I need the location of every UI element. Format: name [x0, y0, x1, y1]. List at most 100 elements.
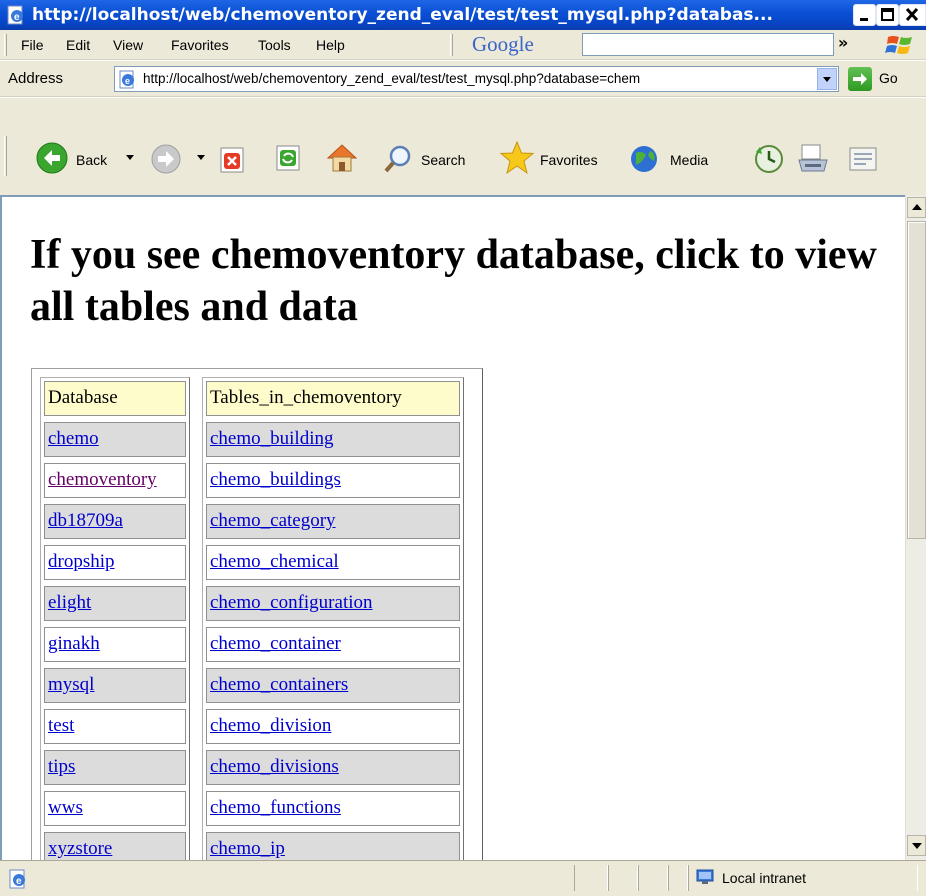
database-link[interactable]: dropship: [48, 551, 115, 572]
table-row: chemo_container: [206, 627, 460, 662]
edit-document-icon[interactable]: [846, 144, 880, 174]
table-row: dropship: [44, 545, 186, 580]
status-panel: [608, 865, 638, 891]
table-row: ginakh: [44, 627, 186, 662]
home-icon[interactable]: [324, 141, 360, 175]
ie-page-icon: e: [7, 5, 23, 25]
table-link[interactable]: chemo_divisions: [210, 756, 339, 777]
mail-print-icon[interactable]: [796, 140, 832, 176]
ie-page-icon: e: [9, 869, 25, 889]
table-link[interactable]: chemo_chemical: [210, 551, 339, 572]
table-link[interactable]: chemo_container: [210, 633, 341, 654]
table-row: chemo_functions: [206, 791, 460, 826]
arrow-up-icon: [912, 204, 922, 210]
menu-file[interactable]: File: [21, 37, 44, 53]
google-logo-text: Google: [472, 32, 534, 56]
menu-favorites[interactable]: Favorites: [171, 37, 229, 53]
forward-arrow-icon[interactable]: [150, 143, 182, 175]
scroll-up-button[interactable]: [907, 197, 926, 218]
database-link[interactable]: tips: [48, 756, 75, 777]
table-link[interactable]: chemo_building: [210, 428, 333, 449]
favorites-label[interactable]: Favorites: [540, 152, 598, 168]
tables-column: Tables_in_chemoventory chemo_building ch…: [202, 377, 464, 860]
table-link[interactable]: chemo_buildings: [210, 469, 341, 490]
database-link[interactable]: mysql: [48, 674, 94, 695]
window-title: http://localhost/web/chemoventory_zend_e…: [32, 5, 773, 25]
table-row: test: [44, 709, 186, 744]
scroll-thumb[interactable]: [907, 221, 926, 539]
google-search-input[interactable]: [582, 33, 834, 56]
menu-help[interactable]: Help: [316, 37, 345, 53]
toolbar-grip[interactable]: [4, 34, 7, 56]
search-label[interactable]: Search: [421, 152, 465, 168]
forward-dropdown-icon[interactable]: [197, 155, 205, 160]
toolbar-grip[interactable]: [4, 136, 7, 176]
search-icon[interactable]: [382, 143, 414, 175]
table-row: chemo_ip: [206, 832, 460, 860]
maximize-icon: [881, 8, 894, 21]
table-row: mysql: [44, 668, 186, 703]
back-arrow-icon[interactable]: [35, 141, 69, 175]
back-dropdown-icon[interactable]: [126, 155, 134, 160]
database-link[interactable]: wws: [48, 797, 83, 818]
database-link[interactable]: xyzstore: [48, 838, 112, 859]
database-link[interactable]: ginakh: [48, 633, 100, 654]
maximize-button[interactable]: [876, 4, 899, 26]
minimize-button[interactable]: [853, 4, 876, 26]
page-viewport[interactable]: If you see chemoventory database, click …: [0, 195, 905, 860]
table-row: chemo_chemical: [206, 545, 460, 580]
table-link[interactable]: chemo_configuration: [210, 592, 373, 613]
standard-toolbar: Back Search Favorites Media: [0, 97, 926, 195]
status-panel: [668, 865, 688, 891]
database-link[interactable]: elight: [48, 592, 91, 613]
back-label[interactable]: Back: [76, 152, 107, 168]
zone-label: Local intranet: [722, 870, 807, 886]
go-label[interactable]: Go: [879, 70, 898, 86]
svg-text:e: e: [125, 76, 130, 86]
table-link[interactable]: chemo_ip: [210, 838, 285, 859]
go-button[interactable]: [848, 67, 872, 91]
table-link[interactable]: chemo_functions: [210, 797, 341, 818]
arrow-down-icon: [912, 843, 922, 849]
toolbar-grip[interactable]: [450, 34, 453, 56]
table-link[interactable]: chemo_containers: [210, 674, 348, 695]
database-link[interactable]: db18709a: [48, 510, 123, 531]
menu-edit[interactable]: Edit: [66, 37, 90, 53]
more-chevron[interactable]: »: [838, 33, 848, 52]
data-table: Database chemo chemoventory db18709a dro…: [31, 368, 483, 860]
refresh-icon[interactable]: [274, 144, 302, 172]
table-row: chemo_configuration: [206, 586, 460, 621]
status-panel: [638, 865, 668, 891]
close-button[interactable]: [899, 4, 926, 26]
address-dropdown-button[interactable]: [817, 68, 837, 90]
minimize-icon: [860, 18, 868, 21]
menu-tools[interactable]: Tools: [258, 37, 291, 53]
table-row: chemo_buildings: [206, 463, 460, 498]
arrow-right-icon: [853, 73, 867, 85]
local-intranet-icon: [696, 869, 714, 884]
address-input[interactable]: e http://localhost/web/chemoventory_zend…: [114, 66, 839, 92]
table-link[interactable]: chemo_division: [210, 715, 331, 736]
media-label[interactable]: Media: [670, 152, 708, 168]
address-url[interactable]: http://localhost/web/chemoventory_zend_e…: [143, 71, 818, 86]
database-link[interactable]: test: [48, 715, 74, 736]
vertical-scrollbar[interactable]: [905, 195, 926, 860]
database-column: Database chemo chemoventory db18709a dro…: [40, 377, 190, 860]
menu-view[interactable]: View: [113, 37, 143, 53]
status-panel: [574, 865, 608, 891]
close-icon: [905, 7, 919, 22]
stop-icon[interactable]: [218, 146, 246, 174]
address-label: Address: [8, 70, 64, 87]
table-row: db18709a: [44, 504, 186, 539]
favorites-star-icon[interactable]: [498, 139, 536, 177]
table-row: chemo_category: [206, 504, 460, 539]
database-link[interactable]: chemoventory: [48, 469, 157, 490]
table-row: tips: [44, 750, 186, 785]
scroll-down-button[interactable]: [907, 835, 926, 856]
table-link[interactable]: chemo_category: [210, 510, 336, 531]
media-icon[interactable]: [628, 141, 664, 175]
address-bar: Address e http://localhost/web/chemovent…: [0, 60, 926, 97]
history-icon[interactable]: [752, 142, 786, 176]
chevron-down-icon: [823, 77, 831, 82]
database-link[interactable]: chemo: [48, 428, 99, 449]
